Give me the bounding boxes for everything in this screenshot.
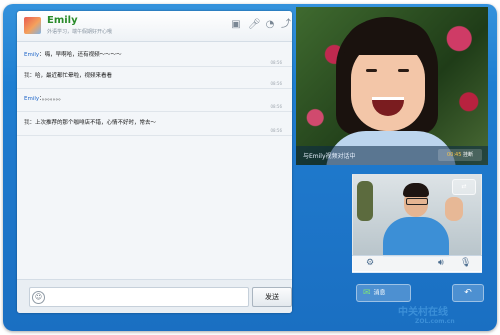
message-icon: ✉ [363, 288, 371, 298]
message-item: 我：哈，最近都忙晕啦，视频来看看 08:56 [24, 71, 286, 86]
chat-header: Emily 外语学习，端午假期好开心哦 ▣ 🎤︎ ◔ ⤴ [17, 11, 292, 42]
message-button[interactable]: ✉ 消息 [356, 284, 411, 302]
local-person-glasses [406, 198, 428, 205]
remote-person-bangs [344, 21, 432, 55]
remote-person-eye [366, 69, 377, 72]
message-text: 嗨，早啊哈，还有视频～～～～ [44, 52, 122, 58]
message-text: 哈，最近都忙晕啦，视频来看看 [35, 73, 113, 79]
message-text: 上次推荐的那个咖啡店不错，心情不好时，常去～ [35, 120, 157, 126]
remote-video [296, 7, 488, 165]
hangup-button[interactable]: 00:45 挂断 [438, 149, 482, 161]
camera-switch-icon[interactable]: ⇄ [452, 179, 476, 195]
remote-person-eye [398, 69, 409, 72]
message-item: 我：上次推荐的那个咖啡店不错，心情不好时，常去～ 08:56 [24, 118, 286, 133]
hangup-label: 挂断 [463, 152, 474, 158]
microphone-icon[interactable]: 🎤︎ [248, 19, 261, 31]
message-button-label: 消息 [373, 289, 386, 297]
call-timer: 00:45 [446, 152, 462, 158]
message-input[interactable] [29, 287, 249, 307]
contact-name[interactable]: Emily [47, 15, 78, 26]
divider [17, 111, 292, 112]
watermark-brand: 中关村在线 [398, 307, 448, 318]
contact-status: 外语学习，端午假期好开心哦 [47, 29, 113, 35]
local-person-hand [445, 197, 463, 221]
divider [17, 88, 292, 89]
emoji-icon[interactable]: ☺ [32, 291, 45, 304]
message-time: 08:56 [270, 128, 282, 133]
settings-icon[interactable]: ⚙ [366, 257, 374, 269]
clock-icon[interactable]: ◔ [264, 19, 276, 31]
message-time: 08:56 [270, 104, 282, 109]
share-icon[interactable]: ⤴ [280, 19, 292, 31]
divider [17, 135, 292, 136]
chat-panel: Emily 外语学习，端午假期好开心哦 ▣ 🎤︎ ◔ ⤴ Emily：嗨，早啊哈… [17, 11, 292, 313]
message-time: 08:56 [270, 60, 282, 65]
send-button[interactable]: 发送 [252, 287, 292, 307]
message-text: 。。。。。。。 [41, 96, 64, 102]
local-person-hair [403, 183, 429, 197]
microphone-icon[interactable]: 🎙︎ [460, 257, 471, 269]
call-status-text: 与Emily视频对话中 [303, 153, 356, 160]
watermark-domain: ZOL.com.cn [415, 318, 455, 325]
message-item: Emily：。。。。。。。 08:56 [24, 94, 286, 109]
input-bar: ☺ 发送 [17, 279, 292, 313]
local-person-body [383, 217, 449, 257]
message-sender[interactable]: Emily [24, 96, 39, 102]
contact-avatar[interactable] [24, 17, 41, 34]
back-arrow-icon[interactable]: ↶ [452, 284, 484, 302]
message-item: Emily：嗨，早啊哈，还有视频～～～～ 08:56 [24, 50, 286, 65]
message-list: Emily：嗨，早啊哈，还有视频～～～～ 08:56 我：哈，最近都忙晕啦，视频… [17, 42, 292, 262]
divider [17, 66, 292, 67]
message-sender[interactable]: Emily [24, 52, 39, 58]
background-plant [357, 181, 373, 221]
message-time: 08:56 [270, 81, 282, 86]
speaker-icon[interactable]: 🔊︎ [438, 257, 444, 269]
image-icon[interactable]: ▣ [230, 19, 242, 31]
